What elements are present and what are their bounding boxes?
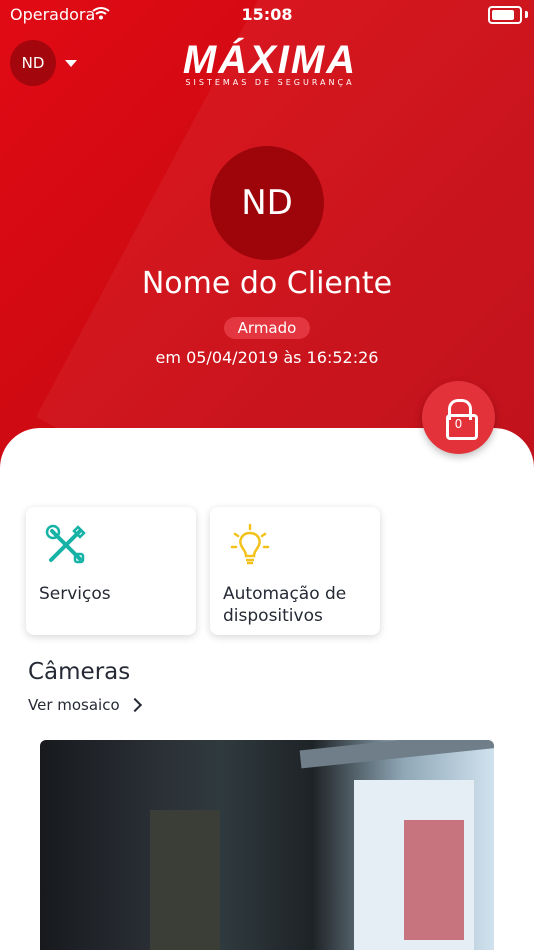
camera-scene-wall: [150, 810, 220, 950]
logo-wordmark: MÁXIMA: [182, 38, 358, 82]
profile-avatar: ND: [210, 146, 324, 260]
company-logo: MÁXIMA SISTEMAS DE SEGURANÇA: [160, 40, 380, 90]
camera-preview[interactable]: [40, 740, 494, 950]
lock-count: 0: [454, 417, 463, 431]
camera-scene-beam: [299, 740, 494, 769]
client-name: Nome do Cliente: [141, 266, 393, 301]
battery-icon: [488, 6, 522, 24]
logo-tagline: SISTEMAS DE SEGURANÇA: [185, 78, 355, 87]
clock: 15:08: [241, 5, 293, 24]
services-label: Serviços: [39, 584, 111, 604]
status-timestamp: em 05/04/2019 às 16:52:26: [155, 348, 379, 367]
status-badge: Armado: [224, 317, 310, 339]
lightbulb-icon: [228, 523, 272, 567]
status-bar: Operadora 15:08: [0, 0, 534, 28]
automation-label: Automação de dispositivos: [223, 584, 347, 626]
tools-icon: [44, 523, 88, 567]
services-tile[interactable]: Serviços: [26, 507, 196, 635]
cameras-title: Câmeras: [28, 659, 131, 685]
lock-button[interactable]: 0: [422, 381, 495, 454]
account-avatar-button[interactable]: ND: [10, 40, 56, 86]
battery-tip: [525, 11, 528, 18]
chevron-down-icon[interactable]: [65, 60, 77, 67]
camera-scene-red-object: [404, 820, 464, 940]
automation-tile[interactable]: Automação de dispositivos: [210, 507, 380, 635]
view-mosaic-link[interactable]: Ver mosaico: [28, 696, 120, 714]
